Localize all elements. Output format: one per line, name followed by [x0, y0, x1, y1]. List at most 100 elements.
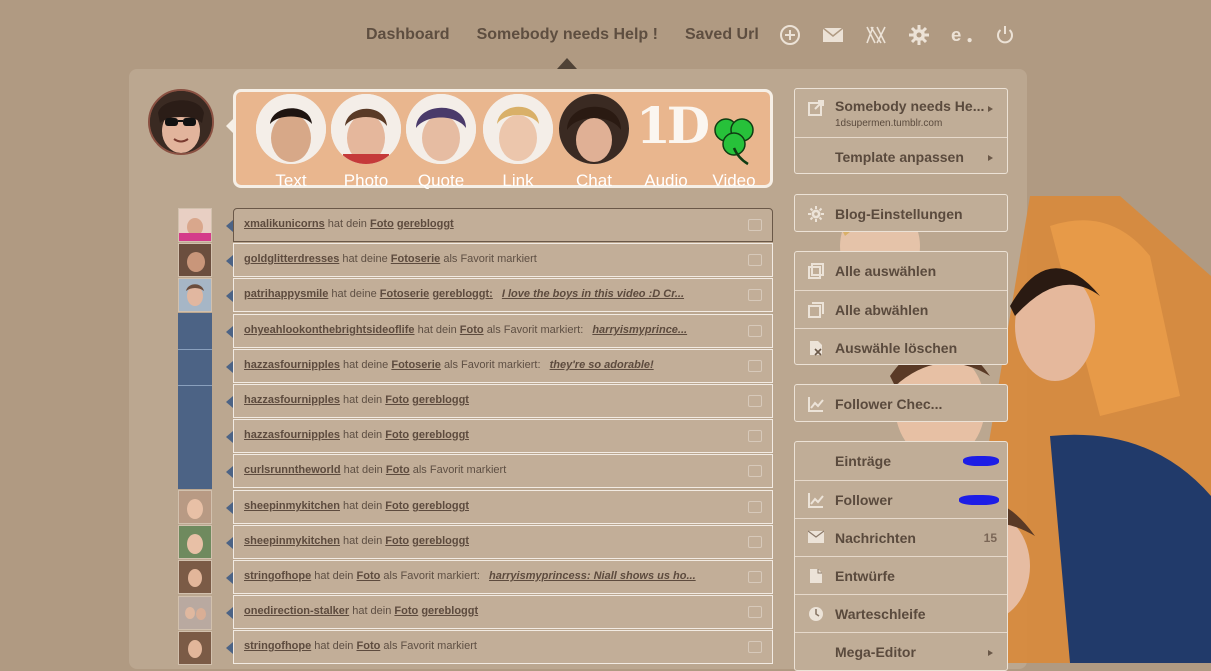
activity-avatar-placeholder	[178, 453, 212, 489]
post-link-button[interactable]: Link	[480, 92, 556, 189]
activity-avatar[interactable]	[178, 208, 212, 242]
activity-row[interactable]: hazzasfournipples hat dein Foto gereblog…	[226, 419, 773, 453]
activity-post-link[interactable]: Fotoserie	[391, 253, 441, 265]
queue-link[interactable]: Warteschleife	[795, 594, 1007, 632]
activity-row[interactable]: xmalikunicorns hat dein Foto gerebloggt	[226, 208, 773, 242]
mega-editor-label: Mega-Editor	[835, 644, 916, 660]
activity-row[interactable]: ohyeahlookonthebrightsideoflife hat dein…	[226, 314, 773, 348]
nav-dashboard[interactable]: Dashboard	[366, 26, 450, 44]
quote-post-photo	[406, 94, 476, 164]
nav-blog[interactable]: Somebody needs Help !	[477, 26, 658, 44]
activity-row[interactable]: hazzasfournipples hat dein Foto gereblog…	[226, 384, 773, 418]
messages-link[interactable]: Nachrichten 15	[795, 518, 1007, 556]
activity-post-link[interactable]: Foto	[385, 535, 409, 547]
entries-link[interactable]: Einträge	[795, 442, 1007, 480]
activity-quote-link[interactable]: harryismyprince...	[592, 324, 687, 336]
activity-post-link[interactable]: Fotoserie	[380, 288, 430, 300]
activity-username-link[interactable]: ohyeahlookonthebrightsideoflife	[244, 324, 415, 336]
activity-post-link[interactable]: Foto	[386, 464, 410, 476]
activity-row[interactable]: patrihappysmile hat deine Fotoserie gere…	[226, 278, 773, 312]
activity-row[interactable]: sheepinmykitchen hat dein Foto gereblogg…	[226, 525, 773, 559]
activity-post-link[interactable]: Fotoserie	[391, 359, 441, 371]
post-chat-button[interactable]: Chat	[556, 92, 632, 189]
blog-link[interactable]: Somebody needs He... 1dsupermen.tumblr.c…	[795, 89, 1007, 137]
activity-post-link[interactable]: Foto	[357, 640, 381, 652]
activity-avatar[interactable]	[178, 490, 212, 524]
activity-post-link[interactable]: Foto	[357, 570, 381, 582]
activity-row[interactable]: hazzasfournipples hat deine Fotoserie al…	[226, 349, 773, 383]
activity-post-link[interactable]: Foto	[370, 218, 394, 230]
deselect-all-button[interactable]: Alle abwählen	[795, 290, 1007, 328]
activity-username-link[interactable]: patrihappysmile	[244, 288, 328, 300]
activity-post-link[interactable]: Foto	[385, 500, 409, 512]
activity-detail: als Favorit markiert	[412, 464, 507, 476]
nav-saved-url[interactable]: Saved Url	[685, 26, 759, 44]
activity-username-link[interactable]: curlsrunntheworld	[244, 464, 341, 476]
activity-username-link[interactable]: sheepinmykitchen	[244, 500, 340, 512]
e-brand-icon[interactable]: e	[951, 24, 973, 46]
activity-text: hazzasfournipples hat deine Fotoserie al…	[244, 359, 654, 371]
activity-avatar[interactable]	[178, 243, 212, 277]
drafts-link[interactable]: Entwürfe	[795, 556, 1007, 594]
activity-avatar[interactable]	[178, 278, 212, 312]
activity-username-link[interactable]: onedirection-stalker	[244, 605, 349, 617]
x-brand-icon[interactable]	[865, 24, 887, 46]
activity-username-link[interactable]: goldglitterdresses	[244, 253, 339, 265]
activity-row[interactable]: onedirection-stalker hat dein Foto gereb…	[226, 595, 773, 629]
activity-row[interactable]: stringofhope hat dein Foto als Favorit m…	[226, 630, 773, 664]
activity-username-link[interactable]: stringofhope	[244, 570, 311, 582]
activity-action-link[interactable]: gerebloggt	[412, 535, 469, 547]
activity-text: goldglitterdresses hat deine Fotoserie a…	[244, 253, 537, 265]
activity-avatar[interactable]	[178, 560, 212, 594]
post-audio-button[interactable]: 1D Audio	[628, 92, 710, 189]
activity-verb: hat dein	[327, 218, 367, 230]
customize-template-button[interactable]: Template anpassen	[795, 137, 1007, 175]
uncheck-all-icon	[808, 302, 824, 318]
activity-quote-link[interactable]: they're so adorable!	[550, 359, 654, 371]
post-photo-label: Photo	[343, 171, 389, 190]
mail-icon[interactable]	[822, 24, 844, 46]
follower-check-button[interactable]: Follower Chec...	[795, 385, 1007, 423]
activity-action-link[interactable]: gerebloggt	[397, 218, 454, 230]
activity-username-link[interactable]: xmalikunicorns	[244, 218, 325, 230]
activity-post-link[interactable]: Foto	[460, 324, 484, 336]
post-quote-button[interactable]: Quote	[403, 92, 479, 189]
blog-settings-button[interactable]: Blog-Einstellungen	[795, 195, 1007, 233]
gear-icon[interactable]	[908, 24, 930, 46]
activity-avatar[interactable]	[178, 596, 212, 630]
activity-avatar[interactable]	[178, 631, 212, 665]
activity-username-link[interactable]: sheepinmykitchen	[244, 535, 340, 547]
post-video-button[interactable]: Video	[696, 92, 772, 189]
activity-username-link[interactable]: stringofhope	[244, 640, 311, 652]
activity-action-link[interactable]: gerebloggt	[412, 429, 469, 441]
followers-link[interactable]: Follower	[795, 480, 1007, 518]
activity-post-link[interactable]: Foto	[394, 605, 418, 617]
activity-row[interactable]: stringofhope hat dein Foto als Favorit m…	[226, 560, 773, 594]
select-all-button[interactable]: Alle auswählen	[795, 252, 1007, 290]
delete-selected-button[interactable]: Auswähle löschen	[795, 328, 1007, 366]
photo-post-photo	[331, 94, 401, 164]
activity-action-link[interactable]: gerebloggt	[412, 500, 469, 512]
activity-row[interactable]: curlsrunntheworld hat dein Foto als Favo…	[226, 454, 773, 488]
activity-verb: hat dein	[417, 324, 457, 336]
activity-action-link[interactable]: gerebloggt:	[432, 288, 493, 300]
post-photo-button[interactable]: Photo	[328, 92, 404, 190]
activity-action-link[interactable]: gerebloggt	[412, 394, 469, 406]
activity-detail: als Favorit markiert:	[383, 570, 480, 582]
activity-username-link[interactable]: hazzasfournipples	[244, 394, 340, 406]
post-text-button[interactable]: Text	[253, 92, 329, 189]
activity-quote-link[interactable]: harryismyprincess: Niall shows us ho...	[489, 570, 696, 582]
activity-post-link[interactable]: Foto	[385, 394, 409, 406]
activity-username-link[interactable]: hazzasfournipples	[244, 359, 340, 371]
mega-editor-link[interactable]: Mega-Editor	[795, 632, 1007, 670]
activity-quote-link[interactable]: I love the boys in this video :D Cr...	[502, 288, 684, 300]
avatar[interactable]	[148, 89, 214, 155]
power-icon[interactable]	[994, 24, 1016, 46]
activity-username-link[interactable]: hazzasfournipples	[244, 429, 340, 441]
activity-action-link[interactable]: gerebloggt	[421, 605, 478, 617]
activity-row[interactable]: sheepinmykitchen hat dein Foto gereblogg…	[226, 490, 773, 524]
activity-avatar[interactable]	[178, 525, 212, 559]
activity-post-link[interactable]: Foto	[385, 429, 409, 441]
activity-row[interactable]: goldglitterdresses hat deine Fotoserie a…	[226, 243, 773, 277]
plus-circle-icon[interactable]	[779, 24, 801, 46]
